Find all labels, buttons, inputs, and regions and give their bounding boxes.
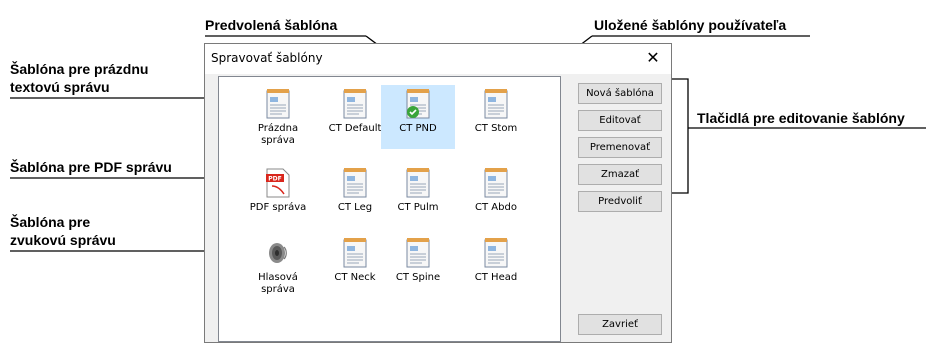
template-tile[interactable]: CT Spine (381, 234, 455, 298)
callout-edit-buttons: Tlačidlá pre editovanie šablóny (697, 110, 905, 126)
template-label: CT Spine (395, 272, 441, 283)
template-tile[interactable]: CT Stom (459, 85, 533, 149)
template-label: CT Stom (474, 123, 518, 134)
edit-button[interactable]: Editovať (578, 110, 662, 131)
template-tile[interactable]: CT Head (459, 234, 533, 298)
template-tile[interactable]: Hlasová správa (241, 234, 315, 298)
document-icon (343, 238, 367, 268)
pdf-icon: PDF (266, 168, 290, 198)
document-icon (484, 238, 508, 268)
dialog-titlebar: Spravovať šablóny ✕ (205, 44, 671, 74)
template-label: CT Pulm (397, 202, 439, 213)
template-label: PDF správa (249, 202, 307, 213)
callout-voice-template-2: zvukovú správu (10, 232, 116, 248)
document-icon (484, 89, 508, 119)
document-icon (343, 168, 367, 198)
document-icon (484, 168, 508, 198)
template-label: CT Abdo (475, 202, 517, 213)
template-label: Hlasová správa (258, 272, 298, 295)
template-tile[interactable]: PDF PDF správa (241, 164, 315, 228)
dialog-title: Spravovať šablóny (211, 51, 323, 65)
set-default-button[interactable]: Predvoliť (578, 191, 662, 212)
callout-empty-template-2: textovú správu (10, 79, 110, 95)
template-tile[interactable]: CT Abdo (459, 164, 533, 228)
rename-button[interactable]: Premenovať (578, 137, 662, 158)
document-icon (406, 168, 430, 198)
callout-default-template: Predvolená šablóna (205, 17, 338, 33)
document-icon (343, 89, 367, 119)
new-template-button[interactable]: Nová šablóna (578, 83, 662, 104)
template-label: CT Head (474, 272, 518, 283)
close-button[interactable]: Zavrieť (578, 314, 662, 335)
document-default-icon (406, 89, 430, 119)
document-icon (406, 238, 430, 268)
document-icon (266, 89, 290, 119)
template-label: CT PND (399, 123, 437, 134)
delete-button[interactable]: Zmazať (578, 164, 662, 185)
callout-empty-template-1: Šablóna pre prázdnu (10, 61, 149, 77)
manage-templates-dialog: Spravovať šablóny ✕ Prázdna správa CT Def… (204, 43, 672, 343)
speaker-icon (266, 238, 290, 268)
template-tile[interactable]: CT PND (381, 85, 455, 149)
svg-text:PDF: PDF (268, 176, 281, 183)
callout-pdf-template: Šablóna pre PDF správu (10, 159, 172, 175)
template-label: Prázdna správa (257, 123, 299, 146)
template-list[interactable]: Prázdna správa CT Default CT PND CT Stom PDF… (218, 76, 561, 342)
template-tile[interactable]: Prázdna správa (241, 85, 315, 149)
callout-voice-template-1: Šablóna pre (10, 214, 91, 230)
close-icon[interactable]: ✕ (643, 49, 663, 69)
callout-user-templates: Uložené šablóny používateľa (594, 17, 787, 33)
template-tile[interactable]: CT Pulm (381, 164, 455, 228)
